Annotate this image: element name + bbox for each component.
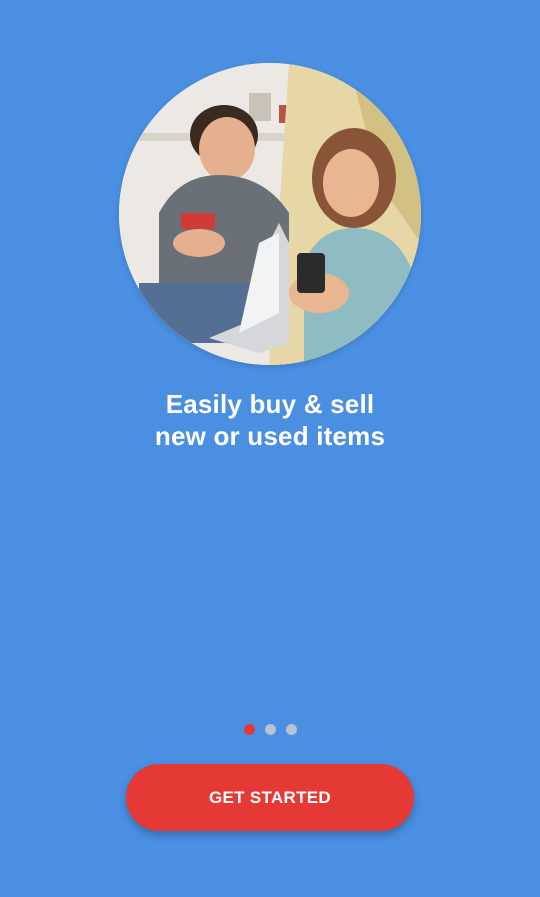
page-dot-1[interactable] xyxy=(243,724,255,735)
page-dot-2[interactable] xyxy=(264,724,276,735)
onboarding-screen: Easily buy & sell new or used items GET … xyxy=(0,0,540,897)
get-started-button[interactable]: GET STARTED xyxy=(126,764,414,831)
headline-line-1: Easily buy & sell xyxy=(165,389,375,419)
hero-image xyxy=(119,63,421,365)
page-indicator xyxy=(0,724,540,735)
page-dot-3[interactable] xyxy=(285,724,297,735)
onboarding-headline: Easily buy & sell new or used items xyxy=(0,388,540,452)
headline-line-2: new or used items xyxy=(154,421,386,451)
people-shopping-illustration xyxy=(119,63,421,365)
